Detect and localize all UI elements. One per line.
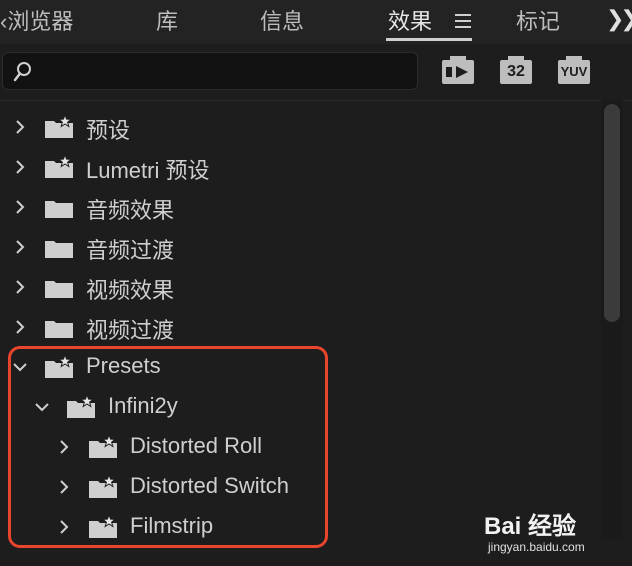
play-icon [446, 66, 468, 78]
starred-folder-icon [45, 115, 73, 138]
accelerated-effects-button[interactable] [442, 56, 474, 84]
tab-info[interactable]: 信息 [260, 4, 304, 36]
tree-row[interactable]: Lumetri 预设 [0, 149, 600, 189]
tree-row[interactable]: 视频过渡 [0, 309, 600, 349]
search-icon [13, 62, 31, 82]
tab-markers[interactable]: 标记 [516, 4, 564, 36]
highlight-annotation [8, 346, 328, 548]
tree-row[interactable]: 音频效果 [0, 189, 600, 229]
starred-folder-icon [45, 155, 73, 178]
chevron-right-icon[interactable] [12, 239, 28, 255]
watermark: Bai 经验 jingyan.baidu.com [484, 506, 632, 566]
tab-libraries[interactable]: 库 [156, 4, 178, 36]
tree-row-label: 音频过渡 [86, 238, 175, 263]
chevron-right-icon[interactable] [12, 279, 28, 295]
tree-row[interactable]: 预设 [0, 109, 600, 149]
search-input[interactable] [43, 59, 407, 85]
tree-row[interactable]: 视频效果 [0, 269, 600, 309]
folder-icon [45, 321, 73, 338]
folder-icon [45, 201, 73, 218]
tree-row[interactable]: 音频过渡 [0, 229, 600, 269]
tree-row-label: Lumetri 预设 [86, 158, 210, 183]
search-box[interactable] [2, 52, 418, 90]
folder-icon [45, 241, 73, 258]
panel-menu-icon[interactable] [455, 14, 471, 28]
tab-effects[interactable]: 效果 [388, 4, 432, 36]
panel-tab-bar: ‹浏览器 库 信息 效果 标记 ❯❯ [0, 0, 632, 44]
tab-media-browser[interactable]: ‹浏览器 [0, 4, 73, 36]
chevron-right-icon[interactable] [12, 119, 28, 135]
scrollbar-thumb[interactable] [604, 104, 620, 322]
yuv-effects-button[interactable]: YUV [558, 56, 590, 84]
32bit-effects-button[interactable]: 32 [500, 56, 532, 84]
tree-row-label: 视频过渡 [86, 318, 175, 343]
watermark-brand: Bai 经验 [484, 513, 577, 540]
watermark-url: jingyan.baidu.com [488, 540, 585, 554]
chevron-right-icon[interactable] [12, 199, 28, 215]
chevron-double-right-icon[interactable]: ❯❯ [606, 6, 632, 32]
tree-row-label: 视频效果 [86, 278, 175, 303]
active-tab-indicator [386, 38, 472, 41]
chevron-right-icon[interactable] [12, 159, 28, 175]
tree-row-label: 音频效果 [86, 198, 175, 223]
chevron-right-icon[interactable] [12, 319, 28, 335]
tree-row-label: 预设 [86, 118, 131, 143]
folder-icon [45, 281, 73, 298]
